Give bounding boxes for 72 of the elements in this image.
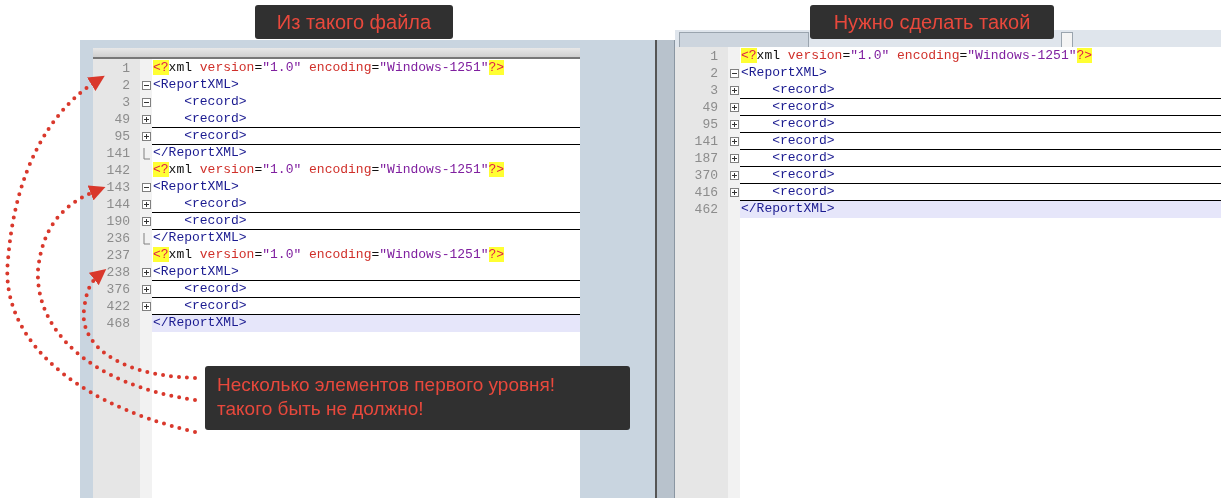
code-line: <ReportXML> bbox=[152, 264, 580, 281]
code-line: <record> bbox=[740, 99, 1221, 116]
line-number: 187 bbox=[693, 150, 719, 167]
line-number: 2 bbox=[121, 77, 131, 94]
note-text: Несколько элементов первого уровня! такого быть не должно! bbox=[205, 366, 630, 430]
expand-icon[interactable] bbox=[729, 120, 739, 129]
line-number: 141 bbox=[105, 145, 131, 162]
code-line: <record> bbox=[183, 94, 248, 111]
expand-icon[interactable] bbox=[141, 268, 151, 277]
line-number: 468 bbox=[105, 315, 131, 332]
line-number: 370 bbox=[693, 167, 719, 184]
line-number: 95 bbox=[701, 116, 719, 133]
fold-end-icon bbox=[142, 147, 150, 160]
code-line: <record> bbox=[740, 116, 1221, 133]
line-number: 237 bbox=[105, 247, 131, 264]
code-line: <record> bbox=[740, 133, 1221, 150]
expand-icon[interactable] bbox=[141, 132, 151, 141]
line-number: 144 bbox=[105, 196, 131, 213]
line-number: 190 bbox=[105, 213, 131, 230]
expand-icon[interactable] bbox=[141, 302, 151, 311]
fold-end-icon bbox=[142, 232, 150, 245]
line-number: 3 bbox=[709, 82, 719, 99]
caption: Нужно сделать такой bbox=[810, 5, 1054, 39]
expand-icon[interactable] bbox=[141, 200, 151, 209]
code-line: <record> bbox=[740, 167, 1221, 184]
code-line: <record> bbox=[152, 128, 580, 145]
line-number: 143 bbox=[105, 179, 131, 196]
expand-icon[interactable] bbox=[729, 137, 739, 146]
expand-icon[interactable] bbox=[729, 171, 739, 180]
collapse-icon[interactable] bbox=[729, 69, 739, 78]
line-number: 238 bbox=[105, 264, 131, 281]
line-number: 95 bbox=[113, 128, 131, 145]
code-line: <record> bbox=[152, 213, 580, 230]
expand-icon[interactable] bbox=[729, 86, 739, 95]
code-line: <ReportXML> bbox=[740, 65, 828, 82]
code-line: </ReportXML> bbox=[152, 230, 248, 247]
line-number: 462 bbox=[693, 201, 719, 218]
code-line: <record> bbox=[152, 196, 580, 213]
line-number: 2 bbox=[709, 65, 719, 82]
collapse-icon[interactable] bbox=[141, 81, 151, 90]
line-number: 142 bbox=[105, 162, 131, 179]
line-number: 236 bbox=[105, 230, 131, 247]
code-line: </ReportXML> bbox=[152, 145, 248, 162]
expand-icon[interactable] bbox=[141, 115, 151, 124]
expand-icon[interactable] bbox=[729, 188, 739, 197]
line-number: 3 bbox=[121, 94, 131, 111]
line-number: 141 bbox=[693, 133, 719, 150]
line-number: 416 bbox=[693, 184, 719, 201]
line-number: 49 bbox=[113, 111, 131, 128]
code-line: <ReportXML> bbox=[152, 77, 240, 94]
code-line: <?xml version="1.0" encoding="Windows-1251"?> bbox=[152, 60, 506, 77]
line-number: 49 bbox=[701, 99, 719, 116]
code-line: <record> bbox=[740, 150, 1221, 167]
code-line: <record> bbox=[152, 281, 580, 298]
expand-icon[interactable] bbox=[141, 217, 151, 226]
collapse-icon[interactable] bbox=[141, 98, 151, 107]
code-line: <record> bbox=[740, 82, 1221, 99]
expand-icon[interactable] bbox=[141, 285, 151, 294]
line-number: 422 bbox=[105, 298, 131, 315]
expand-icon[interactable] bbox=[729, 103, 739, 112]
line-number: 1 bbox=[121, 60, 131, 77]
expand-icon[interactable] bbox=[729, 154, 739, 163]
code-line: <ReportXML> bbox=[152, 179, 240, 196]
caption: Из такого файла bbox=[255, 5, 453, 39]
code-line: <?xml version="1.0" encoding="Windows-1251"?> bbox=[740, 48, 1094, 65]
line-number: 1 bbox=[709, 48, 719, 65]
code-line: <record> bbox=[152, 111, 580, 128]
line-number: 376 bbox=[105, 281, 131, 298]
splitter-bar[interactable] bbox=[655, 40, 675, 498]
collapse-icon[interactable] bbox=[141, 183, 151, 192]
code-line: <?xml version="1.0" encoding="Windows-1251"?> bbox=[152, 162, 506, 179]
code-line: <?xml version="1.0" encoding="Windows-1251"?> bbox=[152, 247, 506, 264]
